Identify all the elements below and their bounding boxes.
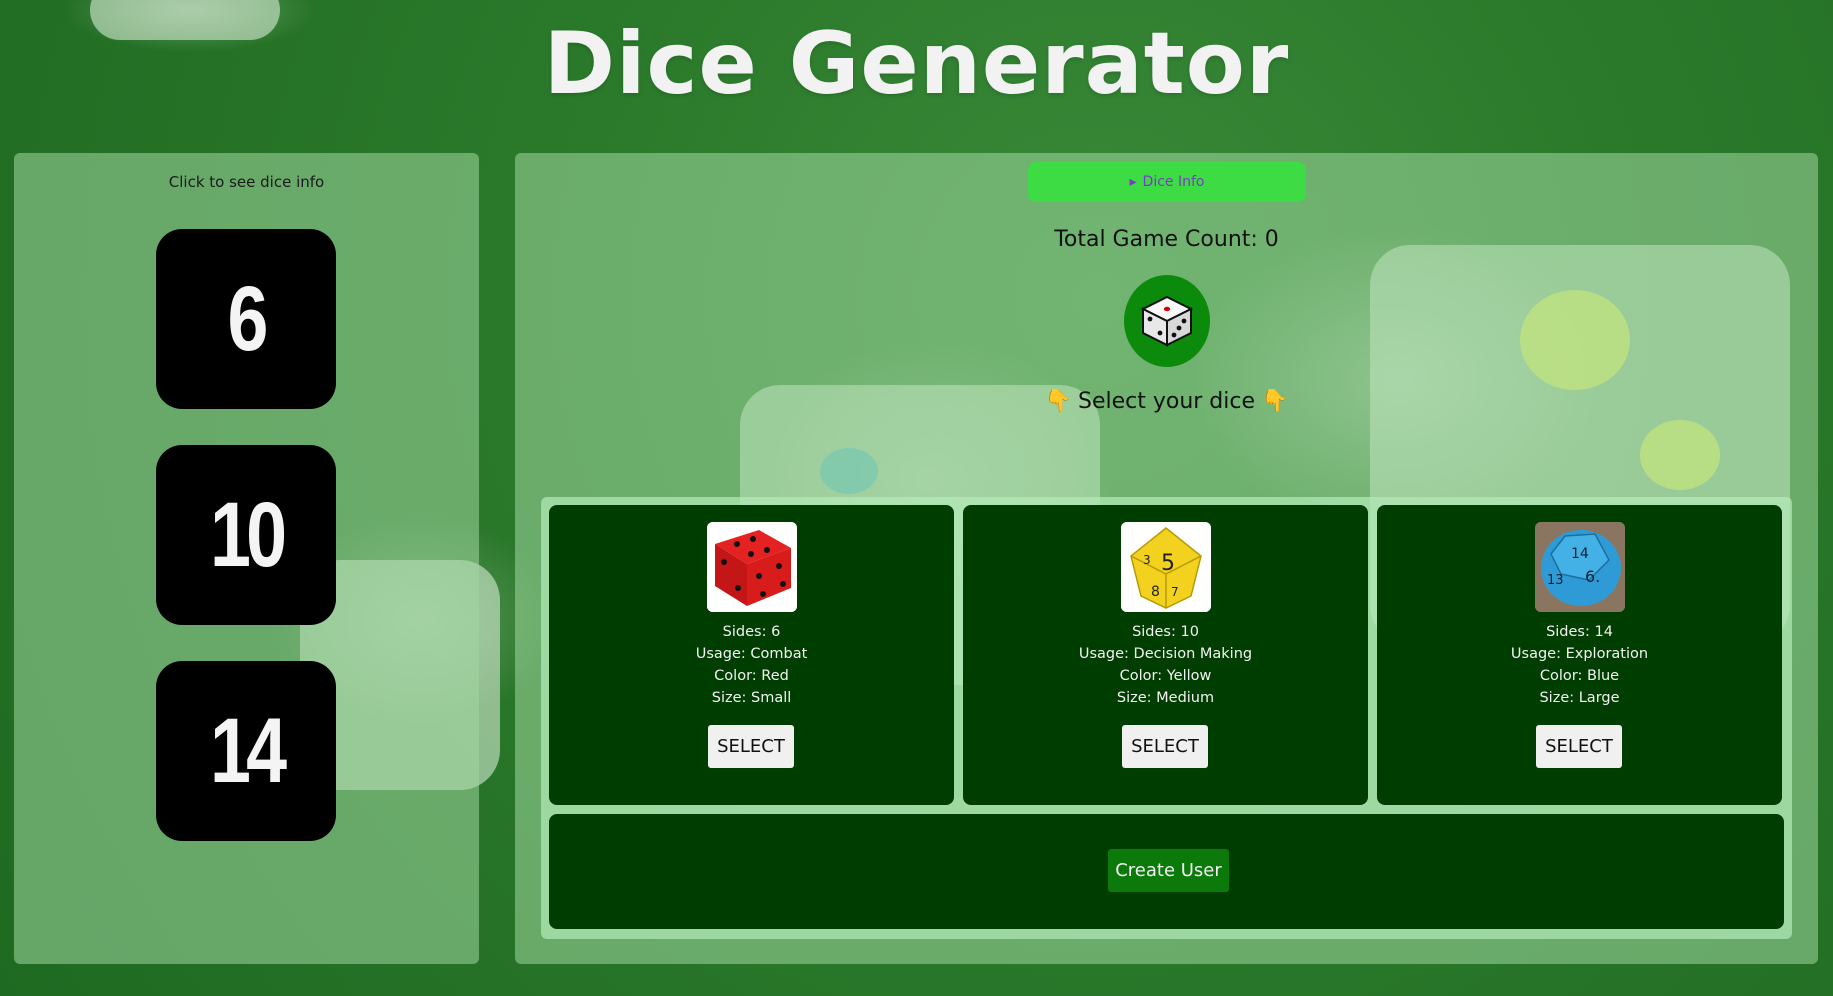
select-button[interactable]: SELECT bbox=[1536, 725, 1622, 768]
dice-info-toggle[interactable]: ▸ Dice Info bbox=[1028, 162, 1306, 202]
svg-text:13: 13 bbox=[1547, 573, 1564, 588]
dice-card-d14: 14 6. 13 Sides: 14 Usage: Exploration Co… bbox=[1377, 505, 1782, 805]
dice-info: Sides: 10 Usage: Decision Making Color: … bbox=[963, 621, 1368, 709]
dice-list-panel: Click to see dice info 6 10 14 bbox=[14, 153, 479, 964]
svg-text:14: 14 bbox=[1571, 546, 1589, 562]
roll-dice-button[interactable] bbox=[1124, 275, 1210, 367]
dice-color: Color: Red bbox=[714, 668, 789, 684]
main-panel: ▸ Dice Info Total Game Count: 0 👇 Select … bbox=[515, 153, 1818, 964]
dice-info-label: Dice Info bbox=[1142, 174, 1205, 190]
dice-card-d10: 5 3 8 7 Sides: 10 Usage: Decision Making… bbox=[963, 505, 1368, 805]
svg-text:5: 5 bbox=[1161, 551, 1175, 576]
dice-usage: Usage: Exploration bbox=[1510, 646, 1649, 662]
dice-cards-container: Sides: 6 Usage: Combat Color: Red Size: … bbox=[541, 497, 1792, 939]
dice-tile-14[interactable]: 14 bbox=[156, 661, 336, 841]
triangle-right-icon: ▸ bbox=[1129, 174, 1137, 190]
create-user-panel: Create User bbox=[549, 814, 1784, 929]
game-count: Total Game Count: 0 bbox=[1054, 227, 1279, 252]
svg-text:6.: 6. bbox=[1585, 567, 1600, 586]
dice-usage: Usage: Combat bbox=[695, 646, 808, 662]
pointing-down-icon: 👇 bbox=[1261, 389, 1289, 414]
dice-tile-label: 10 bbox=[209, 483, 287, 586]
dice-tile-label: 14 bbox=[209, 699, 287, 802]
page-title: Dice Generator bbox=[543, 14, 1290, 114]
dice-tile-10[interactable]: 10 bbox=[156, 445, 336, 625]
dice-usage: Usage: Decision Making bbox=[1078, 646, 1253, 662]
dice-size: Size: Small bbox=[711, 690, 792, 706]
select-button[interactable]: SELECT bbox=[708, 725, 794, 768]
dice-info: Sides: 6 Usage: Combat Color: Red Size: … bbox=[549, 621, 954, 709]
dice-size: Size: Medium bbox=[1116, 690, 1215, 706]
dice-color: Color: Yellow bbox=[1119, 668, 1212, 684]
select-prompt: 👇 Select your dice 👇 bbox=[515, 389, 1818, 414]
select-button[interactable]: SELECT bbox=[1122, 725, 1208, 768]
dice-size: Size: Large bbox=[1539, 690, 1620, 706]
dice-image-yellow-d10: 5 3 8 7 bbox=[1121, 522, 1211, 612]
dice-list-caption: Click to see dice info bbox=[168, 173, 325, 191]
dice-color: Color: Blue bbox=[1539, 668, 1620, 684]
dice-image-red-d6 bbox=[707, 522, 797, 612]
dice-sides: Sides: 10 bbox=[1132, 624, 1199, 640]
dice-sides: Sides: 14 bbox=[1546, 624, 1613, 640]
select-prompt-text: Select your dice bbox=[1077, 389, 1256, 414]
svg-text:8: 8 bbox=[1151, 584, 1160, 600]
create-user-button[interactable]: Create User bbox=[1108, 849, 1229, 892]
pointing-down-icon: 👇 bbox=[1044, 389, 1072, 414]
dice-icon bbox=[1140, 295, 1194, 347]
dice-image-blue-d14: 14 6. 13 bbox=[1535, 522, 1625, 612]
svg-text:3: 3 bbox=[1143, 553, 1151, 567]
dice-info: Sides: 14 Usage: Exploration Color: Blue… bbox=[1377, 621, 1782, 709]
dice-tile-6[interactable]: 6 bbox=[156, 229, 336, 409]
dice-card-d6: Sides: 6 Usage: Combat Color: Red Size: … bbox=[549, 505, 954, 805]
dice-tile-label: 6 bbox=[227, 267, 269, 370]
dice-sides: Sides: 6 bbox=[722, 624, 781, 640]
svg-text:7: 7 bbox=[1171, 585, 1179, 599]
